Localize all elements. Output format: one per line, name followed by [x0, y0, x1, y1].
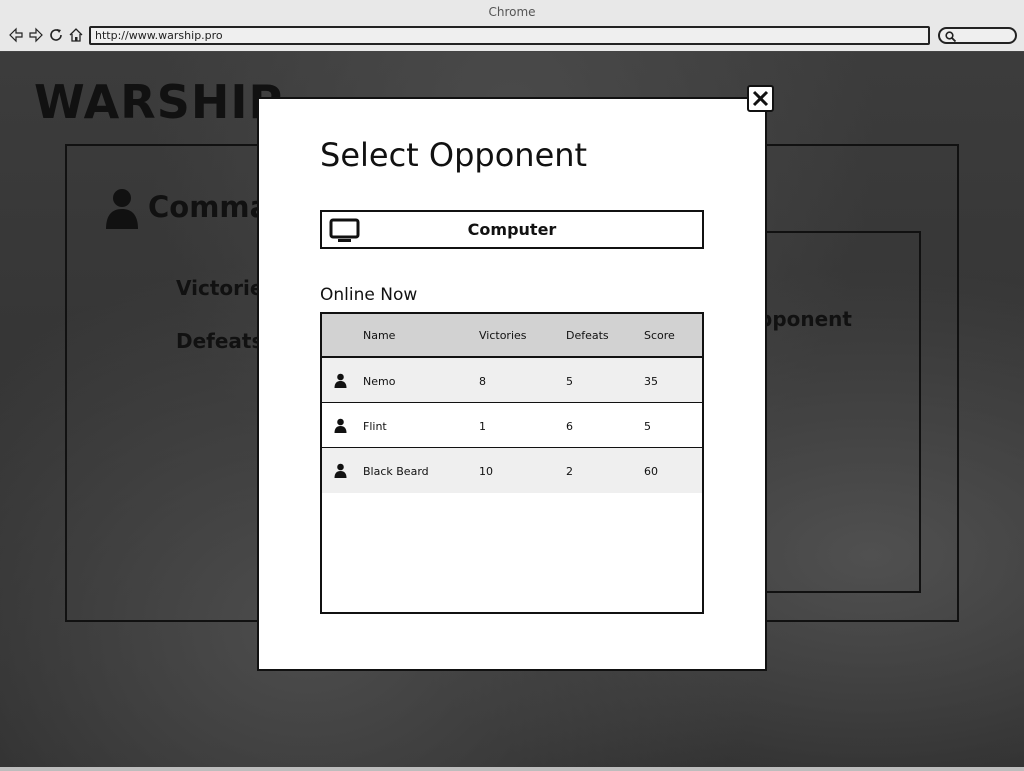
table-header: Name Victories Defeats Score	[322, 314, 702, 358]
search-icon	[945, 31, 956, 42]
close-button[interactable]	[747, 85, 774, 112]
online-now-heading: Online Now	[320, 285, 418, 305]
column-header-victories[interactable]: Victories	[479, 329, 527, 342]
column-header-defeats[interactable]: Defeats	[566, 329, 609, 342]
nav-buttons	[8, 27, 84, 43]
column-header-score[interactable]: Score	[644, 329, 675, 342]
defeats-label: Defeats	[176, 329, 264, 353]
player-name: Nemo	[363, 375, 396, 388]
player-victories: 8	[479, 375, 486, 388]
player-score: 35	[644, 375, 658, 388]
user-icon	[334, 463, 347, 478]
computer-opponent-button[interactable]: Computer	[320, 210, 704, 249]
player-victories: 10	[479, 465, 493, 478]
online-players-table: Name Victories Defeats Score Nemo 8 5 35…	[320, 312, 704, 614]
user-icon	[334, 418, 347, 433]
browser-search-field[interactable]	[938, 27, 1017, 44]
reload-icon[interactable]	[48, 27, 64, 43]
player-defeats: 2	[566, 465, 573, 478]
computer-button-label: Computer	[467, 220, 557, 239]
user-icon	[334, 373, 347, 388]
browser-toolbar: Chrome http://www.warship.pro	[0, 0, 1024, 52]
column-header-name[interactable]: Name	[363, 329, 395, 342]
dialog-title: Select Opponent	[320, 136, 588, 174]
window-title: Chrome	[488, 5, 536, 19]
bottom-strip	[0, 767, 1024, 771]
table-row[interactable]: Black Beard 10 2 60	[322, 448, 702, 493]
player-name: Flint	[363, 420, 387, 433]
close-icon	[752, 90, 769, 107]
player-score: 5	[644, 420, 651, 433]
address-bar[interactable]: http://www.warship.pro	[89, 26, 930, 45]
opponent-label: pponent	[758, 307, 852, 331]
victories-label: Victorie	[176, 276, 264, 300]
player-defeats: 6	[566, 420, 573, 433]
table-row[interactable]: Flint 1 6 5	[322, 403, 702, 448]
home-icon[interactable]	[68, 27, 84, 43]
user-icon	[106, 189, 138, 229]
app-title: WARSHIP	[34, 75, 284, 129]
table-row[interactable]: Nemo 8 5 35	[322, 358, 702, 403]
forward-arrow-icon[interactable]	[28, 27, 44, 43]
player-victories: 1	[479, 420, 486, 433]
player-score: 60	[644, 465, 658, 478]
player-name: Black Beard	[363, 465, 429, 478]
back-arrow-icon[interactable]	[8, 27, 24, 43]
panel-heading: Comma	[148, 190, 270, 224]
player-defeats: 5	[566, 375, 573, 388]
